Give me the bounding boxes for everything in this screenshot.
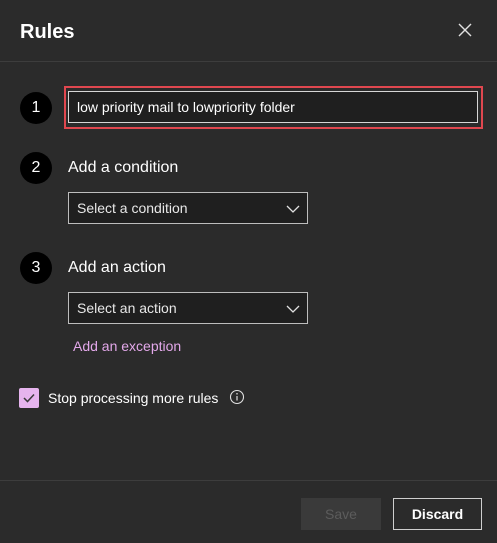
- condition-dropdown-value: Select a condition: [77, 200, 188, 216]
- step-2-number: 2: [20, 152, 52, 184]
- discard-button[interactable]: Discard: [393, 498, 482, 530]
- stop-processing-label: Stop processing more rules: [48, 390, 219, 406]
- dialog-header: Rules: [0, 0, 497, 62]
- step-3-number: 3: [20, 252, 52, 284]
- info-icon[interactable]: [229, 389, 245, 405]
- chevron-down-icon: [286, 305, 300, 313]
- close-button[interactable]: [452, 17, 478, 43]
- step-1-number: 1: [20, 92, 52, 124]
- checkmark-icon: [23, 393, 35, 403]
- dialog-footer: Save Discard: [0, 480, 497, 543]
- chevron-down-icon: [286, 205, 300, 213]
- stop-processing-checkbox[interactable]: [19, 388, 39, 408]
- rule-name-input[interactable]: [68, 91, 478, 123]
- close-icon: [458, 23, 472, 37]
- dialog-title: Rules: [20, 21, 75, 43]
- save-button[interactable]: Save: [301, 498, 381, 530]
- condition-dropdown[interactable]: Select a condition: [68, 192, 308, 224]
- add-action-label: Add an action: [68, 259, 166, 276]
- action-dropdown-value: Select an action: [77, 300, 177, 316]
- add-exception-link[interactable]: Add an exception: [73, 338, 181, 355]
- rules-dialog: Rules 1 2 Add a condition Select a condi…: [0, 0, 497, 543]
- action-dropdown[interactable]: Select an action: [68, 292, 308, 324]
- add-condition-label: Add a condition: [68, 159, 179, 176]
